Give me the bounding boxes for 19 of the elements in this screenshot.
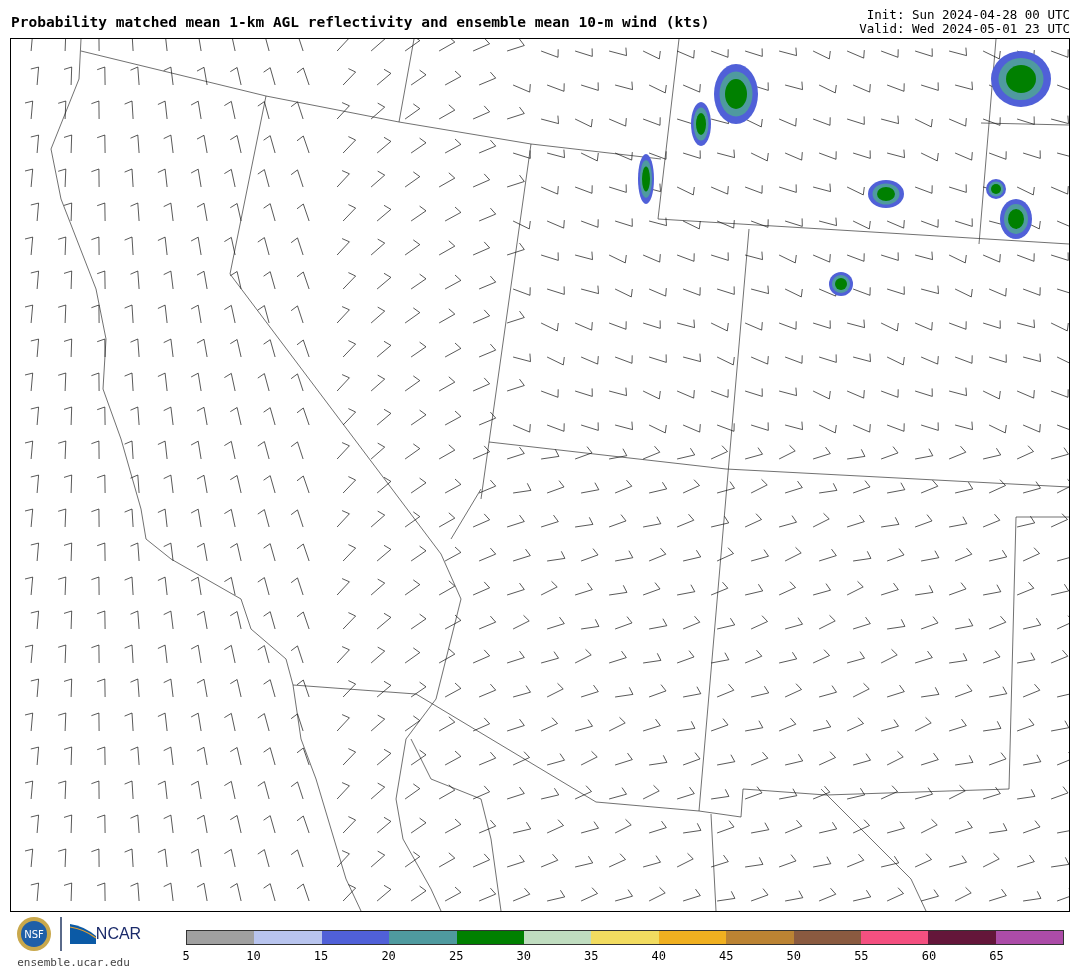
nsf-logo: NSF [15,916,52,952]
tick-label: 30 [516,949,531,963]
tick-label: 10 [246,949,261,963]
ncar-logo: NCAR [69,924,142,944]
valid-time: Valid: Wed 2024-05-01 23 UTC [859,22,1070,36]
tick-label: 40 [651,949,666,963]
tick-label: 50 [786,949,802,963]
tick-label: 25 [448,949,464,963]
tick-label: 20 [381,949,396,963]
chart-title: Probability matched mean 1-km AGL reflectivity and ensemble mean 10-m wind (kts) [11,14,710,32]
tick-label: 5 [182,949,190,963]
tick-label: 45 [719,949,734,963]
tick-label: 15 [313,949,329,963]
tick-label: 35 [584,949,599,963]
init-time: Init: Sun 2024-04-28 00 UTC [866,8,1070,22]
tick-label: 60 [921,949,937,963]
tick-label: 65 [989,949,1004,963]
site-url: ensemble.ucar.edu [17,956,130,969]
tick-label: 55 [854,949,869,963]
